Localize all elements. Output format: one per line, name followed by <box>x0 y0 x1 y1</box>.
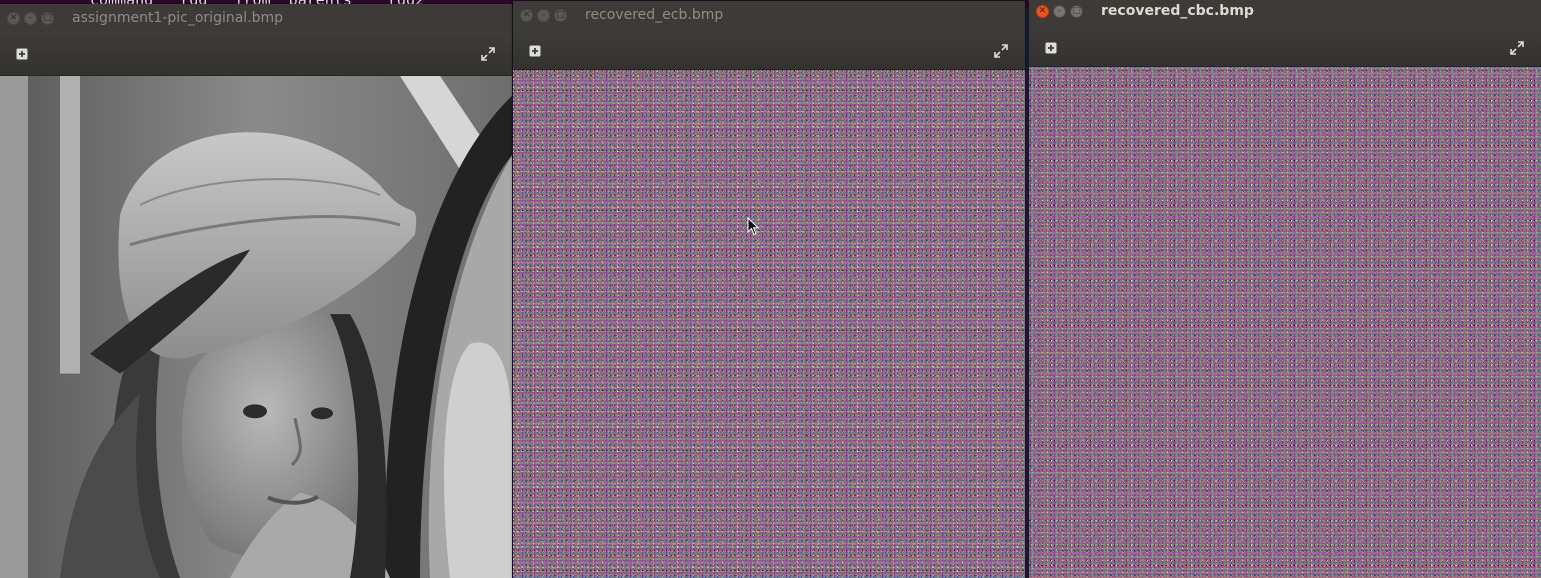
close-icon: ✕ <box>9 13 18 23</box>
minimize-button[interactable]: – <box>1053 5 1066 18</box>
minimize-button[interactable]: – <box>537 9 550 22</box>
window-title: recovered_cbc.bmp <box>1101 3 1254 19</box>
expand-icon <box>1510 41 1524 55</box>
titlebar[interactable]: ✕ – □ assignment1-pic_original.bmp <box>0 4 512 32</box>
viewer-window-ecb[interactable]: ✕ – □ recovered_ecb.bmp <box>513 1 1025 578</box>
add-button[interactable] <box>10 42 34 66</box>
maximize-icon: □ <box>1072 6 1081 16</box>
expand-icon <box>481 47 495 61</box>
fullscreen-button[interactable] <box>1505 36 1529 60</box>
noise-image <box>513 70 1025 578</box>
expand-icon <box>994 44 1008 58</box>
viewer-window-cbc[interactable]: ✕ – □ recovered_cbc.bmp <box>1029 0 1541 578</box>
toolbar <box>0 32 512 76</box>
close-button[interactable]: ✕ <box>520 9 533 22</box>
plus-icon <box>16 48 28 60</box>
minimize-button[interactable]: – <box>24 12 37 25</box>
toolbar <box>513 29 1025 70</box>
viewer-window-original[interactable]: ✕ – □ assignment1-pic_original.bmp <box>0 4 512 578</box>
image-canvas <box>1029 67 1541 578</box>
noise-image <box>1029 67 1541 578</box>
close-icon: ✕ <box>1038 6 1047 16</box>
minimize-icon: – <box>541 10 546 20</box>
close-button[interactable]: ✕ <box>7 12 20 25</box>
titlebar[interactable]: ✕ – □ recovered_cbc.bmp <box>1029 0 1541 26</box>
fullscreen-button[interactable] <box>476 42 500 66</box>
plus-icon <box>529 45 541 57</box>
image-canvas <box>0 76 512 578</box>
maximize-button[interactable]: □ <box>41 12 54 25</box>
mouse-pointer-icon <box>747 217 759 236</box>
add-button[interactable] <box>1039 36 1063 60</box>
maximize-button[interactable]: □ <box>554 9 567 22</box>
window-title: assignment1-pic_original.bmp <box>72 10 284 26</box>
maximize-icon: □ <box>43 13 52 23</box>
toolbar <box>1029 26 1541 67</box>
plus-icon <box>1045 42 1057 54</box>
titlebar[interactable]: ✕ – □ recovered_ecb.bmp <box>513 1 1025 29</box>
maximize-button[interactable]: □ <box>1070 5 1083 18</box>
image-canvas <box>513 70 1025 578</box>
minimize-icon: – <box>28 13 33 23</box>
close-icon: ✕ <box>522 10 531 20</box>
fullscreen-button[interactable] <box>989 39 1013 63</box>
portrait-image <box>0 76 512 578</box>
close-button[interactable]: ✕ <box>1036 5 1049 18</box>
add-button[interactable] <box>523 39 547 63</box>
minimize-icon: – <box>1057 6 1062 16</box>
maximize-icon: □ <box>556 10 565 20</box>
window-title: recovered_ecb.bmp <box>585 7 724 23</box>
